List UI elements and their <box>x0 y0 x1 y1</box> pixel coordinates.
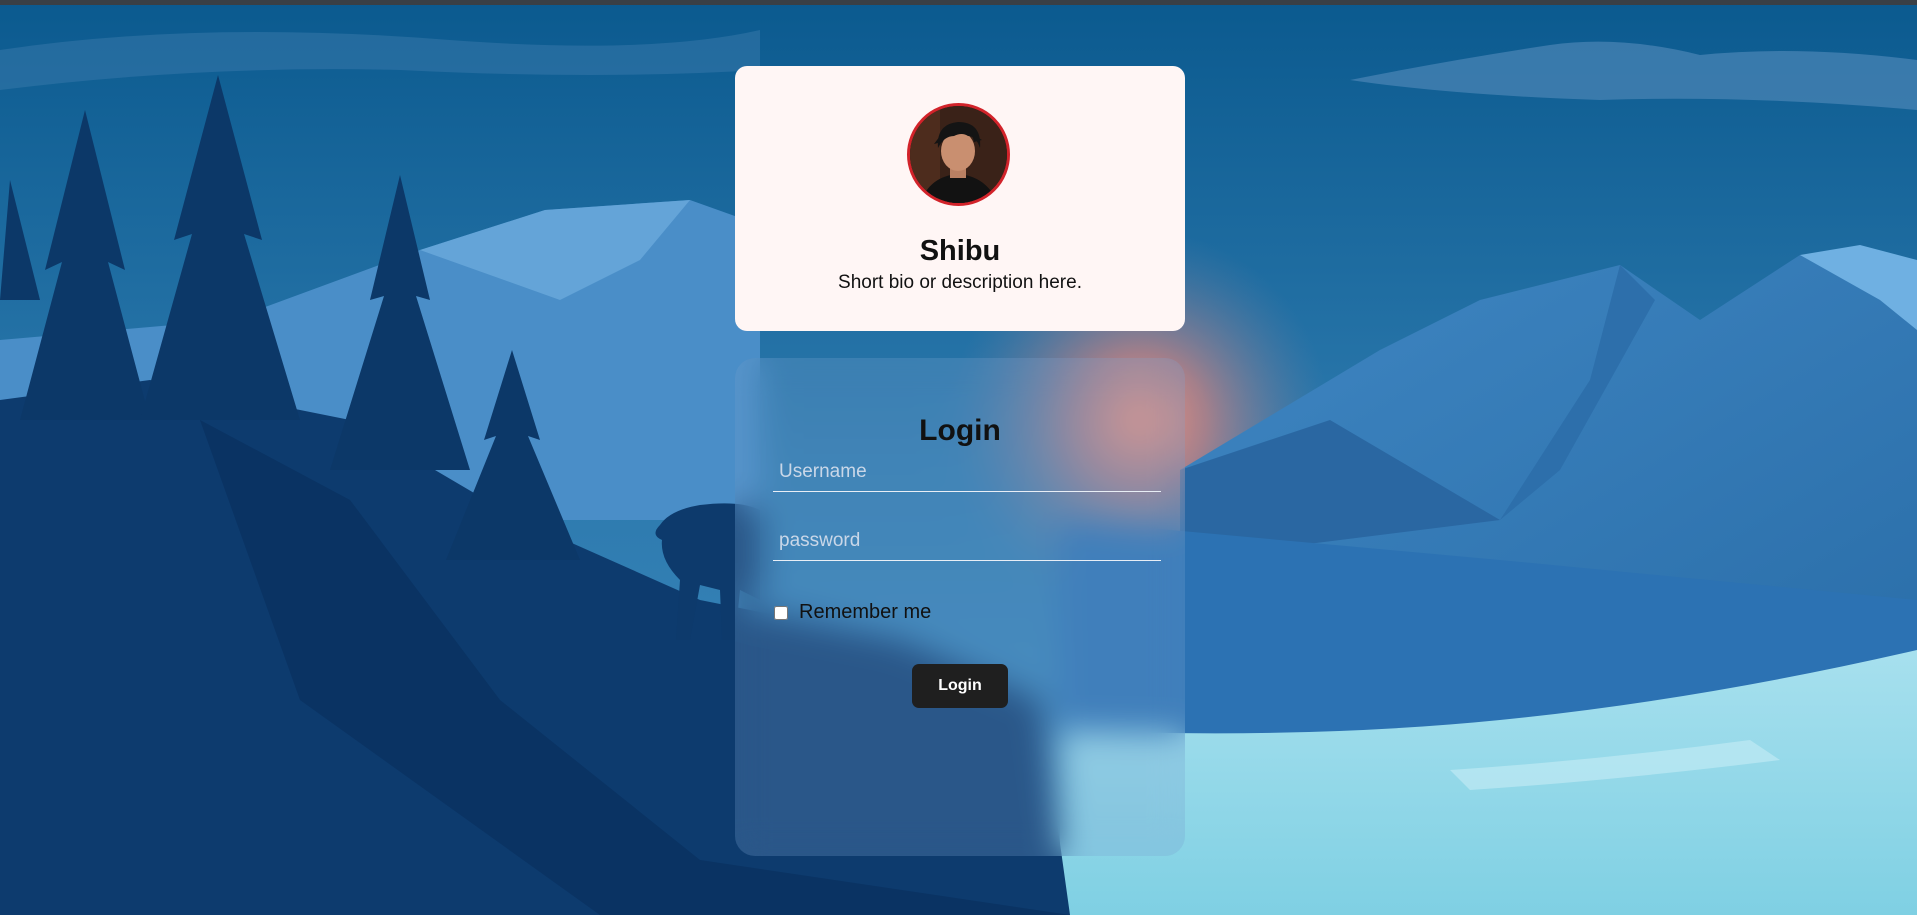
profile-card: Shibu Short bio or description here. <box>735 66 1185 331</box>
login-form: Login Remember me Login <box>735 358 1185 856</box>
avatar-portrait-icon <box>910 106 1007 203</box>
login-button[interactable]: Login <box>912 664 1008 708</box>
username-input[interactable] <box>773 452 1161 492</box>
profile-name: Shibu <box>919 235 1001 267</box>
login-title: Login <box>919 414 1001 447</box>
remember-me-checkbox[interactable] <box>774 605 788 620</box>
password-input[interactable] <box>773 521 1161 561</box>
remember-me-label: Remember me <box>799 601 932 623</box>
profile-bio: Short bio or description here. <box>838 272 1082 293</box>
avatar <box>907 103 1010 206</box>
remember-me[interactable]: Remember me <box>773 601 931 624</box>
window-top-bar <box>0 0 1917 5</box>
